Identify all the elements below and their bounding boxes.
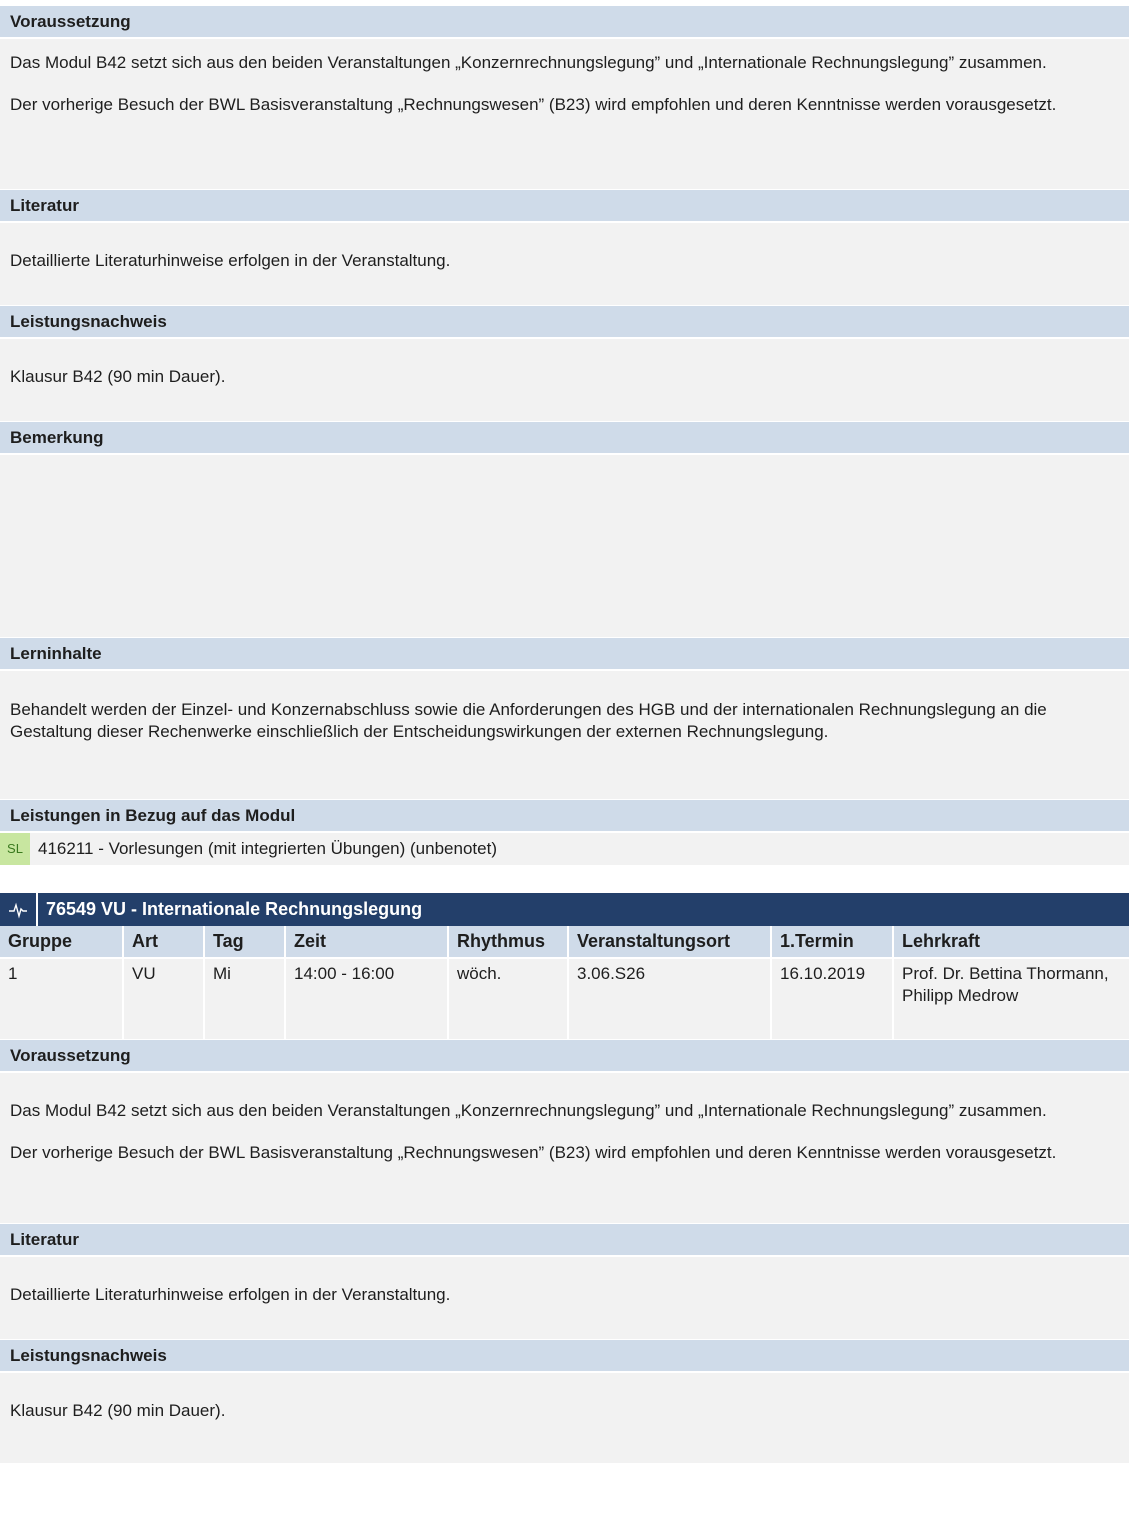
column-header-termin: 1.Termin <box>772 926 894 959</box>
cell-art: VU <box>124 959 205 1039</box>
cell-tag: Mi <box>205 959 286 1039</box>
event-voraussetzung-paragraph-1: Das Modul B42 setzt sich aus den beiden … <box>10 1101 1047 1120</box>
section-heading-literatur: Literatur <box>0 189 1129 223</box>
cell-lehrkraft: Prof. Dr. Bettina Thormann, Philipp Medr… <box>894 959 1129 1039</box>
section-spacer <box>0 866 1129 893</box>
pulse-icon <box>0 893 38 926</box>
literatur-text: Detaillierte Literaturhinweise erfolgen … <box>10 251 451 270</box>
leistungsnachweis-text: Klausur B42 (90 min Dauer). <box>10 367 226 386</box>
column-header-lehrkraft: Lehrkraft <box>894 926 1129 959</box>
event-section-body-literatur: Detaillierte Literaturhinweise erfolgen … <box>0 1257 1129 1339</box>
column-header-rhythmus: Rhythmus <box>449 926 569 959</box>
event-section-body-leistungsnachweis: Klausur B42 (90 min Dauer). <box>0 1373 1129 1463</box>
schedule-table: Gruppe Art Tag Zeit Rhythmus Veranstaltu… <box>0 926 1129 1039</box>
cell-termin: 16.10.2019 <box>772 959 894 1039</box>
voraussetzung-paragraph-1: Das Modul B42 setzt sich aus den beiden … <box>10 53 1047 72</box>
column-header-art: Art <box>124 926 205 959</box>
section-body-literatur: Detaillierte Literaturhinweise erfolgen … <box>0 223 1129 305</box>
event-leistungsnachweis-text: Klausur B42 (90 min Dauer). <box>10 1401 226 1420</box>
cell-zeit: 14:00 - 16:00 <box>286 959 449 1039</box>
section-heading-leistungsnachweis: Leistungsnachweis <box>0 305 1129 339</box>
voraussetzung-paragraph-2: Der vorherige Besuch der BWL Basisverans… <box>10 95 1057 114</box>
section-body-leistungsnachweis: Klausur B42 (90 min Dauer). <box>0 339 1129 421</box>
column-header-veranstaltungsort: Veranstaltungsort <box>569 926 772 959</box>
sl-badge: SL <box>0 833 30 865</box>
page-content: Voraussetzung Das Modul B42 setzt sich a… <box>0 0 1129 1463</box>
event-section-heading-voraussetzung: Voraussetzung <box>0 1039 1129 1073</box>
event-title: 76549 VU - Internationale Rechnungslegun… <box>46 899 423 919</box>
leistung-item: SL 416211 - Vorlesungen (mit integrierte… <box>0 833 1129 866</box>
section-heading-lerninhalte: Lerninhalte <box>0 637 1129 671</box>
section-heading-leistungen: Leistungen in Bezug auf das Modul <box>0 799 1129 833</box>
schedule-header-row: Gruppe Art Tag Zeit Rhythmus Veranstaltu… <box>0 926 1129 959</box>
table-row: 1 VU Mi 14:00 - 16:00 wöch. 3.06.S26 16.… <box>0 959 1129 1039</box>
cell-rhythmus: wöch. <box>449 959 569 1039</box>
event-voraussetzung-paragraph-2: Der vorherige Besuch der BWL Basisverans… <box>10 1143 1057 1162</box>
section-heading-bemerkung: Bemerkung <box>0 421 1129 455</box>
column-header-zeit: Zeit <box>286 926 449 959</box>
cell-gruppe: 1 <box>0 959 124 1039</box>
event-section-body-voraussetzung: Das Modul B42 setzt sich aus den beiden … <box>0 1073 1129 1223</box>
section-body-lerninhalte: Behandelt werden der Einzel- und Konzern… <box>0 671 1129 799</box>
lerninhalte-text: Behandelt werden der Einzel- und Konzern… <box>10 700 1047 741</box>
column-header-tag: Tag <box>205 926 286 959</box>
event-title-bar: 76549 VU - Internationale Rechnungslegun… <box>0 893 1129 926</box>
event-section-heading-leistungsnachweis: Leistungsnachweis <box>0 1339 1129 1373</box>
section-body-bemerkung <box>0 455 1129 637</box>
column-header-gruppe: Gruppe <box>0 926 124 959</box>
event-literatur-text: Detaillierte Literaturhinweise erfolgen … <box>10 1285 451 1304</box>
section-heading-voraussetzung: Voraussetzung <box>0 0 1129 39</box>
event-section-heading-literatur: Literatur <box>0 1223 1129 1257</box>
leistung-item-text: 416211 - Vorlesungen (mit integrierten Ü… <box>38 839 497 858</box>
section-body-voraussetzung: Das Modul B42 setzt sich aus den beiden … <box>0 39 1129 189</box>
cell-veranstaltungsort: 3.06.S26 <box>569 959 772 1039</box>
